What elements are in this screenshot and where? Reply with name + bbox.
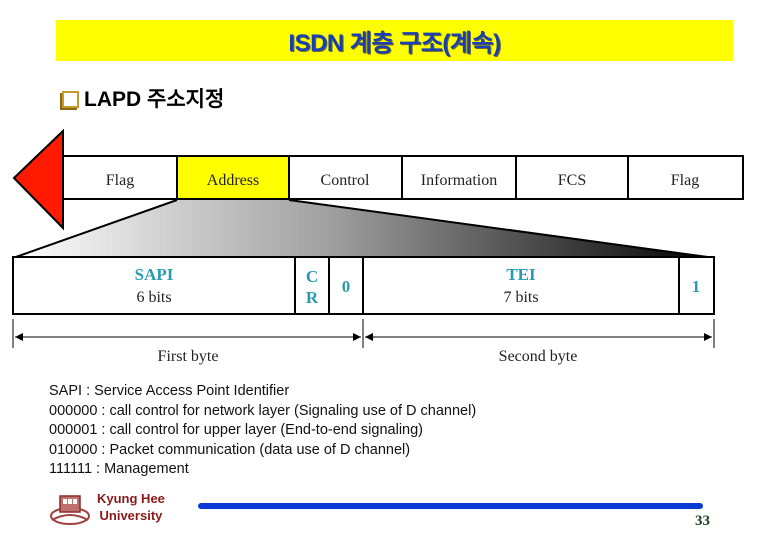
university-name-line1: Kyung Hee	[97, 491, 165, 506]
address-field-detail: SAPI 6 bits C R 0 TEI 7 bits 1	[12, 256, 715, 315]
ea-bit-1: 1	[692, 277, 701, 296]
sapi-bits: 6 bits	[136, 289, 171, 306]
sapi-description: SAPI : Service Access Point Identifier 0…	[49, 382, 476, 480]
field-flag-end: Flag	[671, 172, 699, 189]
frame-bar: Flag Address Control Information FCS Fla…	[62, 155, 744, 200]
second-byte-label: Second byte	[499, 348, 578, 365]
description-line: 010000 : Packet communication (data use …	[49, 441, 411, 458]
field-information: Information	[421, 172, 497, 189]
university-name: Kyung Hee University	[97, 490, 165, 524]
lapd-frame-diagram: Flag Address Control Information FCS Fla…	[12, 128, 744, 365]
description-line: 000001 : call control for upper layer (E…	[49, 422, 423, 439]
description-line: SAPI : Service Access Point Identifier	[49, 383, 290, 399]
field-address: Address	[207, 172, 259, 189]
university-logo-icon	[50, 495, 90, 525]
sapi-label: SAPI	[135, 265, 174, 284]
zoom-projection	[13, 200, 715, 258]
cr-label-c: C	[306, 267, 318, 286]
first-byte-label: First byte	[158, 348, 219, 365]
description-line: 111111 : Management	[49, 461, 189, 478]
tei-label: TEI	[506, 265, 536, 284]
field-fcs: FCS	[558, 172, 586, 189]
cr-label-r: R	[306, 288, 319, 307]
byte-dimensions: First byte Second byte	[12, 319, 715, 365]
description-line: 000000 : call control for network layer …	[49, 402, 477, 419]
footer-divider	[198, 503, 703, 509]
page-number: 33	[695, 513, 710, 529]
ea-bit-0: 0	[342, 277, 351, 296]
tei-bits: 7 bits	[503, 289, 538, 306]
field-flag-start: Flag	[106, 172, 134, 189]
direction-arrow-icon	[12, 128, 64, 231]
field-control: Control	[321, 172, 370, 189]
university-name-line2: University	[99, 508, 163, 523]
